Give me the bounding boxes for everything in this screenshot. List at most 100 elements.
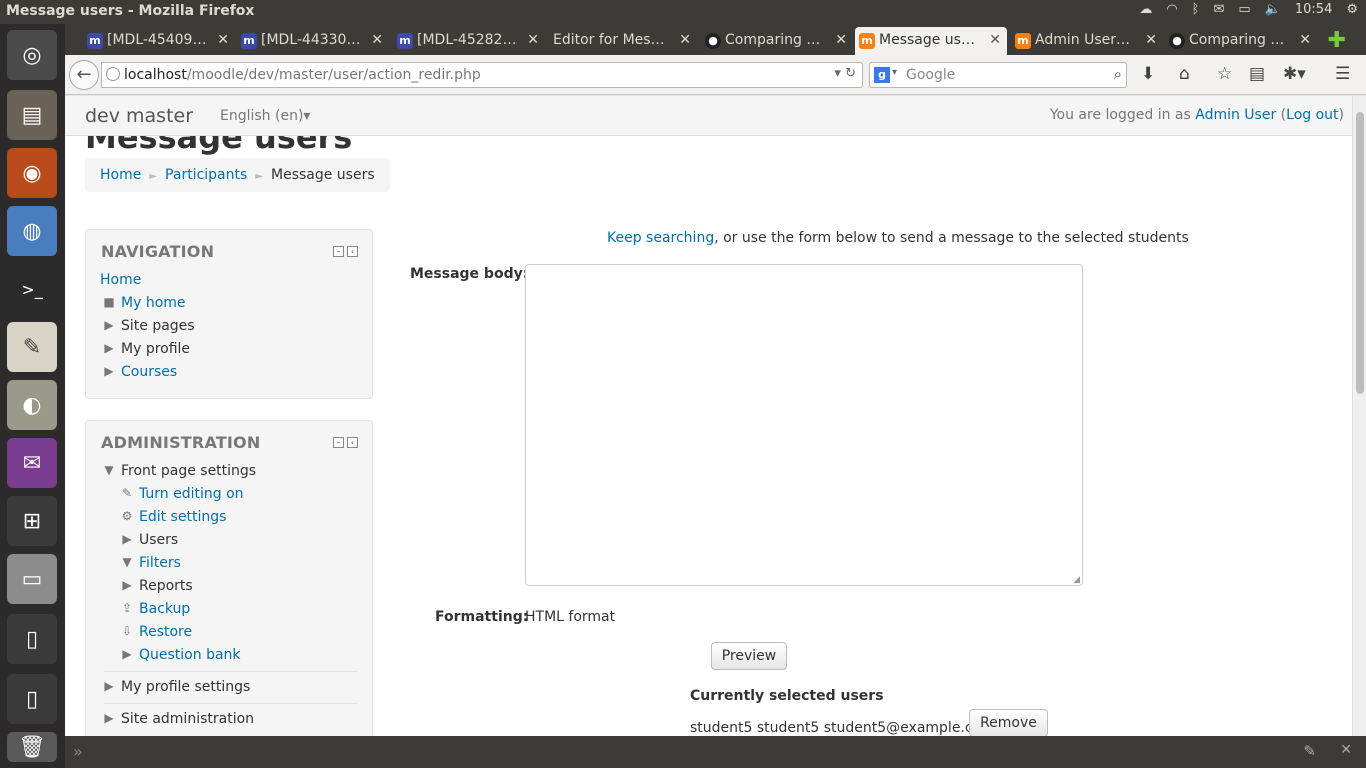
chevron-down-icon[interactable]: ▾ xyxy=(892,67,897,78)
dock-icon[interactable]: ‹ xyxy=(347,246,358,257)
minimize-icon[interactable]: – xyxy=(333,246,344,257)
mail-icon[interactable]: ✉ xyxy=(1213,2,1224,17)
close-icon[interactable]: ✕ xyxy=(1340,742,1352,758)
tab[interactable]: m [MDL-44330… ✕ xyxy=(237,27,389,55)
user-link[interactable]: Admin User xyxy=(1195,107,1276,123)
admin-item-restore[interactable]: ⇩ Restore xyxy=(122,624,192,640)
scrollbar-thumb[interactable] xyxy=(1356,112,1364,394)
preview-button[interactable]: Preview xyxy=(711,642,787,670)
close-tab-icon[interactable]: ✕ xyxy=(217,32,229,48)
intro-text: Keep searching, or use the form below to… xyxy=(607,230,1189,246)
nav-item-my-profile[interactable]: ▶ My profile xyxy=(104,341,190,357)
terminal-icon[interactable]: >_ xyxy=(7,264,57,314)
tab[interactable]: ● Comparing … ✕ xyxy=(701,27,853,55)
device-icon[interactable]: ▯ xyxy=(7,614,57,664)
download-icon[interactable]: ⬇ xyxy=(1141,64,1155,84)
admin-item-users[interactable]: ▶ Users xyxy=(122,532,178,548)
vertical-scrollbar[interactable] xyxy=(1352,96,1366,736)
search-icon[interactable]: ⌕ xyxy=(1114,65,1122,83)
chromium-icon[interactable]: ◍ xyxy=(7,206,57,256)
tab[interactable]: m Admin User… ✕ xyxy=(1011,27,1163,55)
admin-item-question-bank[interactable]: ▶ Question bank xyxy=(122,647,240,663)
pidgin-icon[interactable]: ✉ xyxy=(7,438,57,488)
admin-my-profile-settings[interactable]: ▶ My profile settings xyxy=(104,679,250,695)
close-tab-icon[interactable]: ✕ xyxy=(371,32,383,48)
admin-front-page-settings[interactable]: ▼ Front page settings xyxy=(104,463,256,479)
firebug-icon[interactable]: ✱▾ xyxy=(1283,64,1306,84)
bluetooth-icon[interactable]: ᛒ xyxy=(1192,2,1200,17)
double-chevron-icon[interactable]: » xyxy=(73,742,83,761)
home-icon[interactable]: ⌂ xyxy=(1179,64,1190,84)
dropdown-icon[interactable]: ▾ xyxy=(834,66,841,81)
back-button[interactable]: ← xyxy=(69,60,99,90)
firefox-icon[interactable]: ◉ xyxy=(7,148,57,198)
close-tab-icon[interactable]: ✕ xyxy=(1145,32,1157,48)
tab[interactable]: Editor for Mes… ✕ xyxy=(545,27,697,55)
gear-icon[interactable]: ⚙ xyxy=(1346,2,1358,17)
nav-item-site-pages[interactable]: ▶ Site pages xyxy=(104,318,194,334)
nav-item-my-home[interactable]: ■ My home xyxy=(103,295,185,311)
breadcrumb-participants[interactable]: Participants xyxy=(165,167,247,183)
files-icon[interactable]: ▤ xyxy=(7,90,57,140)
logout-link[interactable]: Log out xyxy=(1286,107,1338,123)
text-editor-icon[interactable]: ✎ xyxy=(7,322,57,372)
url-path: /moodle/dev/master/user/action_redir.php xyxy=(186,67,481,83)
bookmark-star-icon[interactable]: ☆ xyxy=(1217,64,1232,84)
filter-icon: ▼ xyxy=(122,555,132,569)
battery-icon[interactable]: ▭ xyxy=(1238,2,1250,17)
close-tab-icon[interactable]: ✕ xyxy=(989,32,1001,48)
dock-icon[interactable]: ‹ xyxy=(347,437,358,448)
google-icon[interactable]: g xyxy=(874,67,890,83)
formatting-value: HTML format xyxy=(525,609,616,625)
close-tab-icon[interactable]: ✕ xyxy=(1299,32,1311,48)
volume-icon[interactable]: 🔈 xyxy=(1265,2,1281,17)
wrench-icon[interactable]: ✎ xyxy=(1303,742,1316,760)
reading-list-icon[interactable]: ▤ xyxy=(1249,64,1265,84)
trash-icon[interactable]: 🗑 xyxy=(7,732,57,762)
menu-icon[interactable]: ☰ xyxy=(1335,64,1350,84)
admin-item-turn-editing-on[interactable]: ✎ Turn editing on xyxy=(122,486,244,502)
nav-home-link[interactable]: Home xyxy=(100,272,141,288)
admin-item-filters[interactable]: ▼ Filters xyxy=(122,555,181,571)
tab[interactable]: m [MDL-45409… ✕ xyxy=(83,27,235,55)
language-menu[interactable]: English (en)▾ xyxy=(220,108,310,124)
moodle-icon: m xyxy=(1015,33,1031,49)
url-bar[interactable]: localhost/moodle/dev/master/user/action_… xyxy=(101,62,863,88)
keep-searching-link[interactable]: Keep searching xyxy=(607,230,714,246)
new-tab-icon[interactable]: ✚ xyxy=(1328,28,1346,53)
reload-icon[interactable]: ↻ xyxy=(845,66,856,81)
site-brand[interactable]: dev master xyxy=(85,105,193,127)
selected-user: student5 student5 student5@example.com xyxy=(690,720,995,736)
workspace-switcher-icon[interactable]: ⊞ xyxy=(7,496,57,546)
cloud-icon[interactable]: ☁ xyxy=(1139,2,1152,17)
minimize-icon[interactable]: – xyxy=(333,437,344,448)
admin-item-backup[interactable]: ⇪ Backup xyxy=(122,601,190,617)
admin-site-administration[interactable]: ▶ Site administration xyxy=(104,711,254,727)
ubuntu-logo-icon[interactable]: ◎ xyxy=(7,30,57,80)
close-tab-icon[interactable]: ✕ xyxy=(835,32,847,48)
clock[interactable]: 10:54 xyxy=(1295,2,1332,17)
resize-handle-icon[interactable]: ◢ xyxy=(1073,575,1080,585)
selected-users-heading: Currently selected users xyxy=(690,688,884,704)
message-body-label: Message body: xyxy=(410,266,529,282)
breadcrumb-current: Message users xyxy=(271,167,375,183)
tab[interactable]: ● Comparing … ✕ xyxy=(1165,27,1317,55)
speaker-icon[interactable]: ◐ xyxy=(7,380,57,430)
divider xyxy=(104,703,358,704)
admin-item-reports[interactable]: ▶ Reports xyxy=(122,578,192,594)
admin-item-edit-settings[interactable]: ⚙ Edit settings xyxy=(122,509,227,525)
wifi-icon[interactable]: ◠ xyxy=(1166,2,1177,17)
breadcrumb-home[interactable]: Home xyxy=(100,167,141,183)
drive-icon[interactable]: ▭ xyxy=(7,554,57,604)
message-body-textarea[interactable]: ◢ xyxy=(525,264,1083,586)
device-icon[interactable]: ▯ xyxy=(7,674,57,724)
tab-active[interactable]: m Message us… ✕ xyxy=(855,27,1007,55)
nav-item-courses[interactable]: ▶ Courses xyxy=(104,364,177,380)
gear-icon: ⚙ xyxy=(121,509,133,523)
search-bar[interactable]: g ▾ Google ⌕ xyxy=(869,62,1127,88)
close-tab-icon[interactable]: ✕ xyxy=(527,32,539,48)
remove-button[interactable]: Remove xyxy=(969,709,1048,736)
tab-bar: m [MDL-45409… ✕ m [MDL-44330… ✕ m [MDL-4… xyxy=(65,24,1366,55)
close-tab-icon[interactable]: ✕ xyxy=(679,32,691,48)
tab[interactable]: m [MDL-45282… ✕ xyxy=(393,27,545,55)
